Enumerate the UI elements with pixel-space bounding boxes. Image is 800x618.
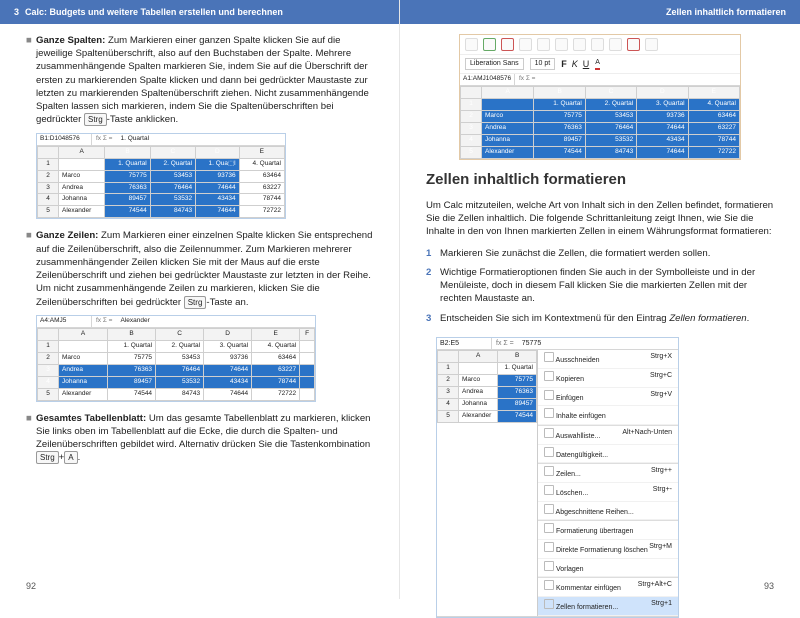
step-1: Markieren Sie zunächst die Zellen, die f… bbox=[426, 247, 774, 260]
menu-item[interactable]: Auswahlliste...Alt+Nach-Unten bbox=[538, 426, 678, 445]
formula-bar: A4:AMJ5 fx Σ = Alexander bbox=[37, 316, 315, 328]
menu-item[interactable]: KopierenStrg+C bbox=[538, 369, 678, 388]
figure-context-menu: B2:E5 fx Σ = 75775 AB11. Quartal2Marco75… bbox=[436, 337, 679, 618]
key-strg: Strg bbox=[184, 296, 207, 309]
spreadsheet: ABCDE11. Quartal2. Quartal1. Qua⬚l4. Qua… bbox=[37, 146, 285, 219]
step-3: Entscheiden Sie sich im Kontextmenü für … bbox=[426, 312, 774, 325]
spreadsheet: AB11. Quartal2Marco757753Andrea763634Joh… bbox=[437, 350, 537, 423]
paragraph: Ganze Spalten: Zum Markieren einer ganze… bbox=[36, 34, 373, 127]
menu-item[interactable]: Kommentar einfügenStrg+Alt+C bbox=[538, 578, 678, 597]
key-a: A bbox=[64, 451, 77, 464]
font-color-icon: A bbox=[595, 58, 600, 70]
spreadsheet: ABCDEF11. Quartal2. Quartal3. Quartal4. … bbox=[37, 328, 315, 401]
list-item: ■ Gesamtes Tabellenblatt: Um das gesamte… bbox=[26, 412, 373, 465]
menu-item[interactable]: Datengültigkeit... bbox=[538, 445, 678, 464]
header-right: Zellen inhaltlich formatieren bbox=[400, 0, 800, 24]
spreadsheet: ABCDE11. Quartal2. Quartal3. Quartal4. Q… bbox=[460, 86, 740, 159]
toolbar-icon bbox=[591, 38, 604, 51]
paragraph: Um Calc mitzuteilen, welche Art von Inha… bbox=[426, 199, 774, 239]
header-left: 3 Calc: Budgets und weitere Tabellen ers… bbox=[0, 0, 399, 24]
font-size: 10 pt bbox=[530, 58, 556, 70]
bullet-icon: ■ bbox=[26, 229, 36, 308]
chapter-number: 3 bbox=[14, 7, 19, 17]
page-number: 92 bbox=[26, 581, 36, 591]
bullet-icon: ■ bbox=[26, 34, 36, 127]
formula-bar: B1:D1048576 fx Σ = 1. Quartal bbox=[37, 134, 285, 146]
figure-rows-selected: A4:AMJ5 fx Σ = Alexander ABCDEF11. Quart… bbox=[36, 315, 373, 402]
heading: Zellen inhaltlich formatieren bbox=[426, 170, 774, 191]
menu-item[interactable]: Formatierung übertragen bbox=[538, 521, 678, 540]
key-strg: Strg bbox=[36, 451, 59, 464]
menu-item[interactable]: Löschen...Strg+- bbox=[538, 483, 678, 502]
step-2: Wichtige Formatieroptionen finden Sie au… bbox=[426, 266, 774, 306]
toolbar-icon bbox=[483, 38, 496, 51]
toolbar-icon bbox=[537, 38, 550, 51]
menu-item[interactable]: Zellen formatieren...Strg+1 bbox=[538, 597, 678, 616]
page-right: Zellen inhaltlich formatieren Liberation… bbox=[400, 0, 800, 599]
step-list: Markieren Sie zunächst die Zellen, die f… bbox=[426, 247, 774, 325]
toolbar-icon bbox=[519, 38, 532, 51]
toolbar-icon bbox=[573, 38, 586, 51]
bold-italic-underline: FKU bbox=[561, 58, 589, 70]
list-item: ■ Ganze Zeilen: Zum Markieren einer einz… bbox=[26, 229, 373, 308]
menu-item[interactable]: Direkte Formatierung löschenStrg+M bbox=[538, 540, 678, 559]
toolbar-icon bbox=[627, 38, 640, 51]
book-spread: 3 Calc: Budgets und weitere Tabellen ers… bbox=[0, 0, 800, 599]
menu-item[interactable]: Abgeschnittene Reihen... bbox=[538, 502, 678, 521]
page-right-body: Liberation Sans 10 pt FKU A A1:AMJ104857… bbox=[400, 24, 800, 618]
toolbar-icon bbox=[465, 38, 478, 51]
page-left-body: ■ Ganze Spalten: Zum Markieren einer gan… bbox=[0, 24, 399, 465]
chapter-title: Calc: Budgets und weitere Tabellen erste… bbox=[25, 7, 283, 17]
formula-bar: A1:AMJ1048576 fx Σ = bbox=[460, 74, 740, 86]
key-strg: Strg bbox=[84, 113, 107, 126]
menu-item[interactable]: AusschneidenStrg+X bbox=[538, 350, 678, 369]
paragraph: Ganze Zeilen: Zum Markieren einer einzel… bbox=[36, 229, 373, 308]
section-title: Zellen inhaltlich formatieren bbox=[666, 7, 786, 17]
toolbar-icon bbox=[609, 38, 622, 51]
bullet-icon: ■ bbox=[26, 412, 36, 465]
paragraph: Gesamtes Tabellenblatt: Um das gesamte T… bbox=[36, 412, 373, 465]
page-number: 93 bbox=[764, 581, 774, 591]
toolbar-icon bbox=[645, 38, 658, 51]
figure-columns-selected: B1:D1048576 fx Σ = 1. Quartal ABCDE11. Q… bbox=[36, 133, 373, 220]
formula-bar: B2:E5 fx Σ = 75775 bbox=[437, 338, 678, 351]
menu-item[interactable]: Zeilen...Strg++ bbox=[538, 464, 678, 483]
font-name: Liberation Sans bbox=[465, 58, 524, 70]
toolbar-icon bbox=[501, 38, 514, 51]
menu-item[interactable]: Inhalte einfügen bbox=[538, 406, 678, 425]
menu-item[interactable]: Vorlagen bbox=[538, 559, 678, 578]
figure-select-all: Liberation Sans 10 pt FKU A A1:AMJ104857… bbox=[459, 34, 741, 160]
toolbar-icon bbox=[555, 38, 568, 51]
menu-item[interactable]: EinfügenStrg+V bbox=[538, 388, 678, 407]
list-item: ■ Ganze Spalten: Zum Markieren einer gan… bbox=[26, 34, 373, 127]
page-left: 3 Calc: Budgets und weitere Tabellen ers… bbox=[0, 0, 400, 599]
context-menu: AusschneidenStrg+X KopierenStrg+C Einfüg… bbox=[537, 350, 678, 615]
